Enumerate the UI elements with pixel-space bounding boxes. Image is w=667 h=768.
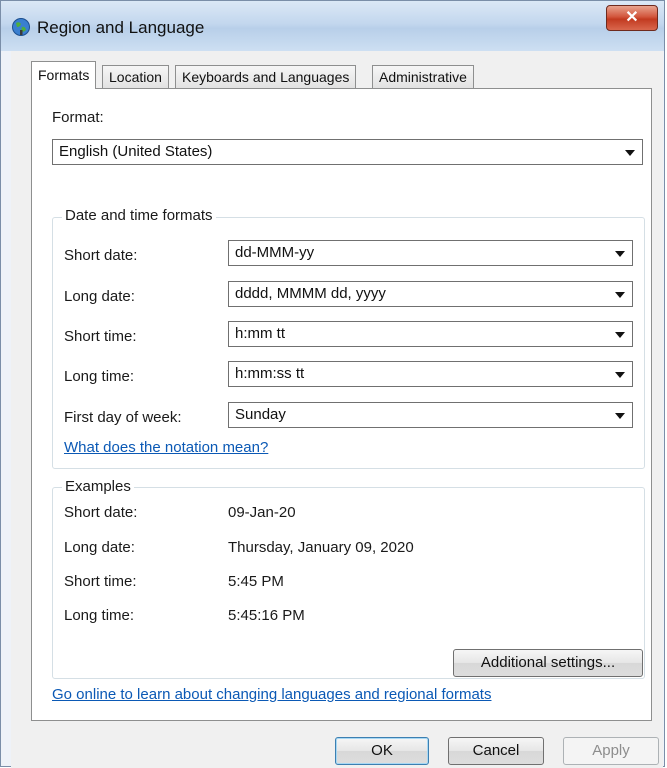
- close-button[interactable]: ✕: [606, 5, 658, 31]
- example-long-date-label: Long date:: [64, 539, 135, 556]
- title-bar[interactable]: Region and Language ✕: [1, 1, 664, 51]
- short-time-label: Short time:: [64, 328, 137, 345]
- date-time-formats-legend: Date and time formats: [62, 207, 216, 224]
- close-icon: ✕: [625, 9, 639, 26]
- formats-panel: Format: English (United States) Date and…: [31, 88, 652, 721]
- globe-icon: [12, 18, 30, 36]
- short-date-value: dd-MMM-yy: [235, 244, 315, 261]
- example-short-date-value: 09-Jan-20: [228, 504, 296, 521]
- long-time-label: Long time:: [64, 368, 135, 385]
- online-help-link[interactable]: Go online to learn about changing langua…: [52, 686, 491, 703]
- additional-settings-label: Additional settings...: [480, 654, 616, 671]
- example-long-time-value: 5:45:16 PM: [228, 607, 305, 624]
- ok-button[interactable]: OK: [335, 737, 429, 765]
- first-day-of-week-value: Sunday: [235, 406, 286, 423]
- first-day-of-week-dropdown[interactable]: Sunday: [228, 402, 633, 428]
- tab-formats[interactable]: Formats: [31, 61, 97, 89]
- long-time-value: h:mm:ss tt: [235, 365, 305, 382]
- ok-label: OK: [371, 742, 393, 759]
- chevron-down-icon: [615, 292, 625, 298]
- example-long-time-label: Long time:: [64, 607, 135, 624]
- tab-formats-label: Formats: [38, 67, 90, 83]
- dialog-body: Formats Location Keyboards and Languages…: [11, 51, 663, 768]
- cancel-button[interactable]: Cancel: [448, 737, 544, 765]
- tab-location[interactable]: Location: [102, 65, 169, 88]
- window-title: Region and Language: [37, 18, 205, 37]
- chevron-down-icon: [615, 413, 625, 419]
- apply-label: Apply: [592, 742, 630, 759]
- tab-administrative[interactable]: Administrative: [372, 65, 474, 88]
- short-time-value: h:mm tt: [235, 325, 286, 342]
- long-date-dropdown[interactable]: dddd, MMMM dd, yyyy: [228, 281, 633, 307]
- long-date-value: dddd, MMMM dd, yyyy: [235, 285, 386, 302]
- chevron-down-icon: [625, 150, 635, 156]
- example-short-date-label: Short date:: [64, 504, 138, 521]
- long-date-label: Long date:: [64, 288, 135, 305]
- example-short-time-value: 5:45 PM: [228, 573, 284, 590]
- tab-keyboards-label: Keyboards and Languages: [182, 69, 350, 85]
- chevron-down-icon: [615, 372, 625, 378]
- additional-settings-button[interactable]: Additional settings...: [453, 649, 643, 677]
- short-date-dropdown[interactable]: dd-MMM-yy: [228, 240, 633, 266]
- tab-location-label: Location: [109, 69, 162, 85]
- examples-legend: Examples: [62, 478, 134, 495]
- format-label: Format:: [52, 109, 104, 126]
- short-time-dropdown[interactable]: h:mm tt: [228, 321, 633, 347]
- format-dropdown[interactable]: English (United States): [52, 139, 643, 165]
- tab-keyboards-and-languages[interactable]: Keyboards and Languages: [175, 65, 357, 88]
- tab-administrative-label: Administrative: [379, 69, 467, 85]
- first-day-of-week-label: First day of week:: [64, 409, 182, 426]
- chevron-down-icon: [615, 251, 625, 257]
- example-short-time-label: Short time:: [64, 573, 137, 590]
- apply-button[interactable]: Apply: [563, 737, 659, 765]
- cancel-label: Cancel: [472, 742, 520, 759]
- notation-help-link[interactable]: What does the notation mean?: [64, 439, 268, 456]
- example-long-date-value: Thursday, January 09, 2020: [228, 539, 414, 556]
- short-date-label: Short date:: [64, 247, 138, 264]
- region-language-window: Region and Language ✕ Formats Location K…: [0, 0, 665, 768]
- format-value: English (United States): [59, 143, 213, 160]
- long-time-dropdown[interactable]: h:mm:ss tt: [228, 361, 633, 387]
- chevron-down-icon: [615, 332, 625, 338]
